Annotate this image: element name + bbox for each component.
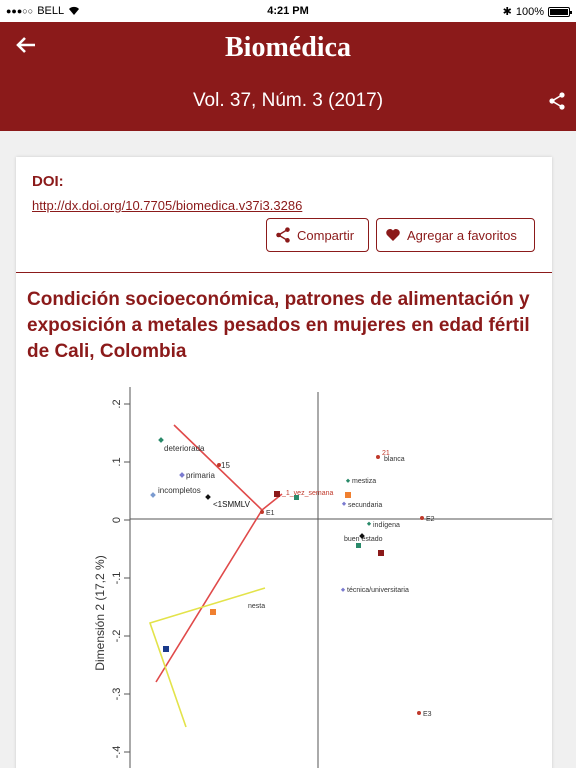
point-smmlv: <1SMMLV bbox=[205, 494, 251, 509]
point-blue-square bbox=[163, 646, 169, 652]
heart-icon bbox=[386, 229, 400, 241]
battery-icon bbox=[548, 6, 572, 17]
label-indigena: indígena bbox=[373, 522, 400, 529]
label-primaria: primaria bbox=[186, 471, 215, 480]
status-time: 4:21 PM bbox=[267, 5, 309, 17]
point-secundaria: secundaria bbox=[341, 501, 382, 509]
label-e1: E1 bbox=[266, 510, 275, 517]
point-mestiza: mestiza bbox=[345, 478, 376, 485]
bluetooth-icon: ✱ bbox=[502, 6, 512, 18]
label-smmlv: <1SMMLV bbox=[213, 500, 251, 509]
label-e3: E3 bbox=[423, 711, 432, 718]
marker-orange-1 bbox=[345, 492, 351, 498]
y-tick-label: -.1 bbox=[111, 572, 123, 585]
article-figure: .2 .1 0 -.1 -.2 -.3 -.4 Dimensión 2 (17,2 %) d… bbox=[16, 387, 552, 768]
y-axis-label: Dimensión 2 (17,2 %) bbox=[93, 555, 107, 670]
y-tick-label: -.2 bbox=[111, 630, 123, 643]
marker-green-1 bbox=[294, 495, 299, 500]
point-deteriorada: deteriorada bbox=[158, 437, 205, 453]
label-deteriorada: deteriorada bbox=[164, 444, 205, 453]
label-nesta: nesta bbox=[248, 603, 265, 610]
add-favorite-button[interactable]: Agregar a favoritos bbox=[376, 218, 535, 252]
issue-label: Vol. 37, Núm. 3 (2017) bbox=[192, 90, 384, 111]
marker-red-1 bbox=[378, 550, 384, 556]
point-indigena: indígena bbox=[366, 521, 400, 529]
label-vez-semana-1: _1_vez_semana bbox=[281, 490, 333, 497]
label-incompletos: incompletos bbox=[158, 486, 201, 495]
y-tick-label: -.4 bbox=[111, 746, 123, 759]
y-tick-label: -.3 bbox=[111, 688, 123, 701]
app-header: Biomédica Vol. 37, Núm. 3 (2017) bbox=[0, 22, 576, 131]
label-15: 15 bbox=[221, 461, 230, 470]
point-e2: E2 bbox=[420, 516, 435, 523]
label-blanca: blanca bbox=[384, 456, 405, 463]
point-nesta: nesta bbox=[210, 603, 265, 615]
app-brand-title: Biomédica bbox=[225, 32, 351, 63]
point-e1: E1 bbox=[260, 510, 275, 517]
label-mestiza: mestiza bbox=[352, 478, 376, 485]
y-tick-label: .2 bbox=[111, 399, 123, 408]
share-icon bbox=[276, 227, 290, 243]
label-secundaria: secundaria bbox=[348, 502, 382, 509]
article-title: Condición socioeconómica, patrones de al… bbox=[27, 289, 530, 362]
favorite-button-label: Agregar a favoritos bbox=[407, 227, 517, 243]
point-tecnica: técnica/universitaria bbox=[340, 587, 409, 594]
share-button[interactable]: Compartir bbox=[266, 218, 369, 252]
share-icon[interactable] bbox=[548, 92, 566, 110]
label-tecnica: técnica/universitaria bbox=[347, 587, 409, 594]
point-vez-semana-1: _1_vez_semana bbox=[274, 490, 333, 497]
point-buen-estado: buen estado bbox=[344, 536, 383, 548]
point-primaria: primaria bbox=[179, 471, 215, 480]
label-21: 21 bbox=[382, 450, 390, 457]
label-e2: E2 bbox=[426, 516, 435, 523]
share-button-label: Compartir bbox=[297, 227, 355, 243]
correspondence-plot: .2 .1 0 -.1 -.2 -.3 -.4 Dimensión 2 (17,2 %) d… bbox=[93, 387, 552, 768]
article-card: DOI: http://dx.doi.org/10.7705/biomedica… bbox=[16, 157, 552, 768]
y-tick-label: 0 bbox=[111, 517, 123, 523]
point-incompletos: incompletos bbox=[150, 486, 201, 498]
divider bbox=[16, 272, 552, 273]
y-tick-label: .1 bbox=[111, 457, 123, 466]
doi-label: DOI: bbox=[32, 173, 64, 190]
status-right: ✱ 100% bbox=[502, 5, 572, 18]
red-path bbox=[155, 424, 264, 683]
battery-percent: 100% bbox=[515, 5, 544, 18]
status-bar: ●●●○○ BELL 4:21 PM ✱ 100% bbox=[0, 0, 576, 22]
point-21: 21 bbox=[382, 450, 390, 457]
point-e3: E3 bbox=[417, 711, 432, 718]
point-blanca: blanca bbox=[376, 455, 405, 463]
y-ticks: .2 .1 0 -.1 -.2 -.3 -.4 bbox=[111, 399, 130, 758]
doi-link[interactable]: http://dx.doi.org/10.7705/biomedica.v37i… bbox=[32, 198, 302, 213]
